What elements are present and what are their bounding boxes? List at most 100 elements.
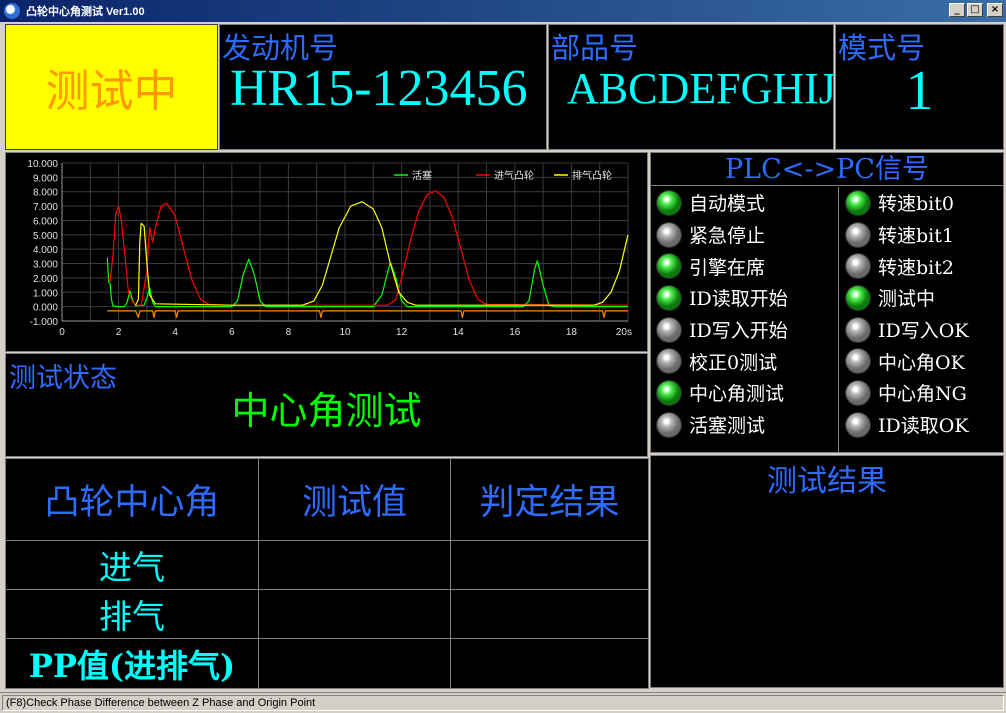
plc-signal-label: 引擎在席 <box>689 256 766 279</box>
plc-signal-left-2: 引擎在席 <box>651 250 838 282</box>
minimize-button[interactable]: _ <box>949 3 965 17</box>
intake-result-cell <box>450 540 649 590</box>
plc-signal-left-7: 活塞测试 <box>651 409 838 441</box>
led-off-icon <box>846 222 870 247</box>
x-tick-label: 4 <box>172 327 178 338</box>
plc-signal-left-5: 校正0测试 <box>651 345 838 377</box>
y-tick-label: 6.000 <box>33 216 58 227</box>
plc-signal-label: 中心角NG <box>878 383 967 406</box>
x-tick-label: 12 <box>396 327 408 338</box>
y-tick-label: 0.000 <box>33 303 58 314</box>
plc-signal-label: 转速bit1 <box>878 225 954 248</box>
x-tick-label: 14 <box>453 327 465 338</box>
x-tick-label: 6 <box>229 327 235 338</box>
plc-signal-right-7: ID读取OK <box>840 409 1004 441</box>
part-number-label: 部品号 <box>551 31 639 65</box>
legend-label: 排气凸轮 <box>572 169 612 182</box>
led-on-icon <box>657 285 681 310</box>
x-tick-label: 10 <box>339 327 351 338</box>
led-on-icon <box>846 285 870 310</box>
close-icon: × <box>990 4 1000 15</box>
plc-signal-right-3: 测试中 <box>840 282 1004 314</box>
test-result-label: 测试结果 <box>767 464 887 499</box>
table-row: 进气 <box>5 540 649 590</box>
led-off-icon <box>657 222 681 247</box>
test-result-panel: 测试结果 <box>650 455 1004 688</box>
plc-signal-label: 中心角OK <box>878 351 965 374</box>
plc-signal-left-6: 中心角测试 <box>651 377 838 409</box>
maximize-button[interactable]: □ <box>967 3 983 17</box>
mode-number-panel: 模式号 1 <box>835 24 1004 150</box>
led-on-icon <box>657 254 681 279</box>
led-on-icon <box>657 380 681 405</box>
y-tick-label: 4.000 <box>33 245 58 256</box>
led-on-icon <box>846 190 870 215</box>
engine-number-value: HR15-123456 <box>230 60 528 117</box>
result-table: 凸轮中心角 测试值 判定结果 进气 排气 PP值(进排气) <box>5 458 649 689</box>
y-tick-label: 3.000 <box>33 260 58 271</box>
led-off-icon <box>657 412 681 437</box>
led-off-icon <box>846 349 870 374</box>
status-bar-text: (F8)Check Phase Difference between Z Pha… <box>2 695 1004 711</box>
header-judge-result: 判定结果 <box>450 458 649 541</box>
plc-signal-label: ID写入OK <box>878 320 969 343</box>
y-tick-label: 7.000 <box>33 202 58 213</box>
plc-signal-right-2: 转速bit2 <box>840 250 1004 282</box>
x-tick-label: 8 <box>286 327 292 338</box>
led-off-icon <box>657 317 681 342</box>
window-title: 凸轮中心角测试 Ver1.00 <box>26 6 145 18</box>
plc-signal-left-3: ID读取开始 <box>651 282 838 314</box>
legend-label: 活塞 <box>412 169 432 182</box>
x-tick-label: 2 <box>116 327 122 338</box>
row-label-intake: 进气 <box>5 540 259 590</box>
plc-signal-label: ID读取OK <box>878 415 969 438</box>
x-tick-label: 0 <box>59 327 65 338</box>
led-on-icon <box>657 190 681 215</box>
plc-signal-label: 中心角测试 <box>689 383 785 406</box>
plc-signal-label: 转速bit2 <box>878 256 954 279</box>
series-line-0 <box>106 257 628 308</box>
plc-signal-title: PLC<->PC信号 <box>651 153 1003 186</box>
y-tick-label: 10.000 <box>27 159 58 170</box>
plc-signal-label: 测试中 <box>878 288 936 311</box>
part-number-value: ABCDEFGHIJ <box>567 64 836 113</box>
maximize-icon: □ <box>970 4 980 15</box>
y-tick-label: 2.000 <box>33 274 58 285</box>
led-off-icon <box>846 412 870 437</box>
plc-signal-right-5: 中心角OK <box>840 345 1004 377</box>
led-off-icon <box>846 254 870 279</box>
led-off-icon <box>846 380 870 405</box>
plc-signal-label: 转速bit0 <box>878 193 954 216</box>
status-text: 测试中 <box>45 66 178 117</box>
x-tick-label: 16 <box>509 327 521 338</box>
plc-signal-label: ID读取开始 <box>689 288 788 311</box>
waveform-chart: 10.000 9.000 8.000 7.000 6.000 5.000 4.000 3.00… <box>5 152 648 352</box>
table-row: 排气 <box>5 589 649 639</box>
close-button[interactable]: × <box>987 3 1003 17</box>
plc-signal-label: 校正0测试 <box>689 351 778 374</box>
x-tick-label: 20s <box>616 327 632 338</box>
series-line-2 <box>135 201 629 306</box>
plc-signal-left-4: ID写入开始 <box>651 314 838 346</box>
engine-number-panel: 发动机号 HR15-123456 <box>219 24 547 150</box>
result-table-header: 凸轮中心角 测试值 判定结果 <box>5 458 649 541</box>
waveform-chart-svg: 10.000 9.000 8.000 7.000 6.000 5.000 4.000 3.00… <box>27 159 632 338</box>
plc-signal-left-1: 紧急停止 <box>651 219 838 251</box>
y-tick-label: -1.000 <box>30 317 59 328</box>
plc-signal-label: ID写入开始 <box>689 320 788 343</box>
exhaust-result-cell <box>450 589 649 639</box>
title-bar[interactable]: 凸轮中心角测试 Ver1.00 _ □ × <box>0 0 1006 22</box>
plc-signal-panel: PLC<->PC信号 自动模式 紧急停止引擎在席 ID读取开始 ID写入开始 校正0测试… <box>650 152 1004 453</box>
mode-number-value: 1 <box>905 60 934 122</box>
x-tick-label: 18 <box>566 327 578 338</box>
intake-value-cell <box>258 540 451 590</box>
exhaust-value-cell <box>258 589 451 639</box>
row-label-pp-value: PP值(进排气) <box>5 638 259 689</box>
plc-signal-left-0: 自动模式 <box>651 187 838 219</box>
pp-value-cell <box>258 638 451 689</box>
minimize-icon: _ <box>954 4 960 15</box>
status-indicator: 测试中 <box>5 24 218 150</box>
plc-signal-column-left: 自动模式 紧急停止引擎在席 ID读取开始 ID写入开始 校正0测试中心角测试活塞测试 <box>651 187 839 453</box>
legend-label: 进气凸轮 <box>494 169 534 182</box>
pp-result-cell <box>450 638 649 689</box>
